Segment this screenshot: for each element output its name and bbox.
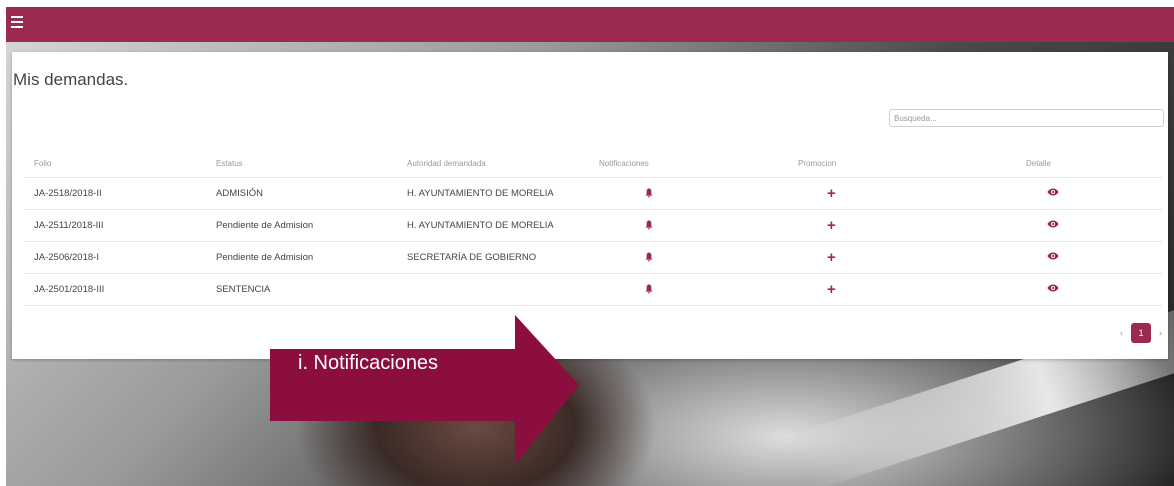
column-header-autoridad: Autoridad demandada	[397, 149, 589, 178]
bell-icon[interactable]	[645, 188, 653, 198]
autoridad-cell: H. AYUNTAMIENTO DE MORELIA	[397, 177, 589, 210]
estatus-cell: ADMISIÓN	[206, 177, 397, 210]
column-header-estatus: Estatus	[206, 149, 397, 178]
autoridad-cell	[397, 273, 589, 306]
promocion-cell: +	[788, 241, 1016, 274]
pagination-page-current[interactable]: 1	[1131, 323, 1151, 343]
estatus-cell: Pendiente de Admision	[206, 209, 397, 242]
estatus-cell: Pendiente de Admision	[206, 241, 397, 274]
table-row: JA-2501/2018-III SENTENCIA +	[24, 273, 1162, 306]
folio-cell: JA-2518/2018-II	[24, 177, 206, 210]
table-header-row: Folio Estatus Autoridad demandada Notifi…	[24, 149, 1162, 178]
autoridad-cell: H. AYUNTAMIENTO DE MORELIA	[397, 209, 589, 242]
plus-icon[interactable]: +	[827, 250, 836, 265]
app-viewport: Mis demandas. Folio Estatus Autoridad de…	[6, 7, 1174, 486]
pagination: ‹ 1 ›	[1120, 323, 1162, 343]
folio-cell: JA-2506/2018-I	[24, 241, 206, 274]
pagination-next[interactable]: ›	[1159, 328, 1162, 338]
folio-cell: JA-2501/2018-III	[24, 273, 206, 306]
estatus-cell: SENTENCIA	[206, 273, 397, 306]
callout-arrow-shape	[270, 315, 579, 465]
folio-cell: JA-2511/2018-III	[24, 209, 206, 242]
promocion-cell: +	[788, 209, 1016, 242]
detalle-cell	[1016, 209, 1162, 242]
hamburger-icon[interactable]	[11, 16, 27, 32]
promocion-cell: +	[788, 177, 1016, 210]
column-header-notificaciones: Notificaciones	[589, 149, 788, 178]
bell-icon[interactable]	[645, 220, 653, 230]
table-row: JA-2506/2018-I Pendiente de Admision SEC…	[24, 241, 1162, 274]
plus-icon[interactable]: +	[827, 218, 836, 233]
notificaciones-cell	[589, 209, 788, 242]
column-header-folio: Folio	[24, 149, 206, 178]
plus-icon[interactable]: +	[827, 282, 836, 297]
notificaciones-cell	[589, 241, 788, 274]
eye-icon[interactable]	[1047, 187, 1059, 197]
eye-icon[interactable]	[1047, 283, 1059, 293]
demandas-card: Mis demandas. Folio Estatus Autoridad de…	[12, 52, 1168, 359]
search-input[interactable]	[889, 109, 1164, 127]
eye-icon[interactable]	[1047, 219, 1059, 229]
autoridad-cell: SECRETARÍA DE GOBIERNO	[397, 241, 589, 274]
callout-label: i. Notificaciones	[298, 352, 439, 374]
demandas-table: Folio Estatus Autoridad demandada Notifi…	[24, 149, 1162, 306]
eye-icon[interactable]	[1047, 251, 1059, 261]
detalle-cell	[1016, 273, 1162, 306]
detalle-cell	[1016, 241, 1162, 274]
page-title: Mis demandas.	[13, 70, 129, 89]
top-nav-bar	[6, 7, 1174, 42]
notificaciones-cell	[589, 273, 788, 306]
plus-icon[interactable]: +	[827, 186, 836, 201]
bell-icon[interactable]	[645, 252, 653, 262]
annotation-arrow-callout: i. Notificaciones	[270, 315, 590, 465]
column-header-detalle: Detalle	[1016, 149, 1162, 178]
table-row: JA-2518/2018-II ADMISIÓN H. AYUNTAMIENTO…	[24, 177, 1162, 210]
detalle-cell	[1016, 177, 1162, 210]
notificaciones-cell	[589, 177, 788, 210]
bell-icon[interactable]	[645, 284, 653, 294]
table-row: JA-2511/2018-III Pendiente de Admision H…	[24, 209, 1162, 242]
pagination-prev[interactable]: ‹	[1120, 328, 1123, 338]
promocion-cell: +	[788, 273, 1016, 306]
column-header-promocion: Promocion	[788, 149, 1016, 178]
